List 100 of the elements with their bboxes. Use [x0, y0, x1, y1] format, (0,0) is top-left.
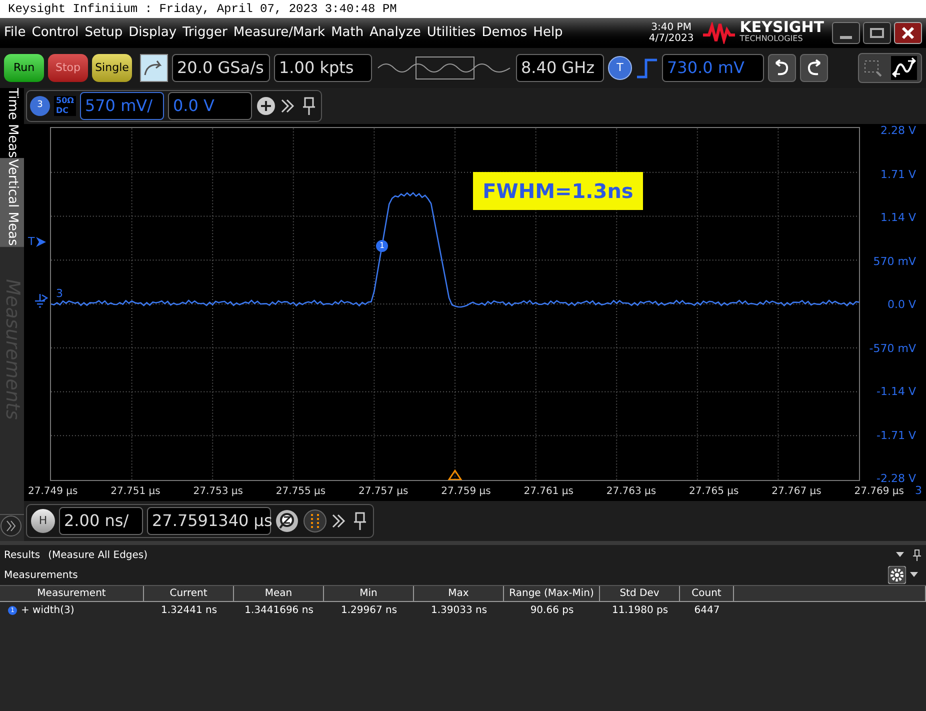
y-axis-label: -570 mV: [869, 342, 916, 356]
memory-depth-field[interactable]: 1.00 kpts: [274, 54, 372, 82]
add-icon[interactable]: [256, 96, 276, 116]
menu-item[interactable]: Help: [533, 23, 563, 43]
x-axis-label: 27.749 µs: [28, 484, 78, 498]
waveform-overview-icon[interactable]: [376, 54, 512, 82]
column-header[interactable]: Range (Max-Min): [504, 586, 600, 601]
logo-name: KEYSIGHT: [740, 21, 824, 33]
table-cell-text: + width(3): [21, 604, 74, 618]
logo-wave-icon: [702, 22, 736, 44]
double-chevron-icon[interactable]: [331, 512, 347, 530]
table-cell-text: 90.66 ps: [529, 604, 575, 618]
column-header[interactable]: Current: [144, 586, 234, 601]
impedance-label: 50Ω: [56, 96, 74, 106]
measurement-marker: 1: [376, 240, 388, 252]
column-header[interactable]: Min: [324, 586, 414, 601]
channel-number-marker: 3: [55, 288, 64, 300]
x-axis-label: 27.761 µs: [524, 484, 574, 498]
menu-item[interactable]: Control: [32, 23, 79, 43]
zoom-magnifier-icon[interactable]: [275, 509, 299, 533]
column-header[interactable]: Mean: [234, 586, 324, 601]
menu-item[interactable]: Analyze: [370, 23, 421, 43]
offset-field[interactable]: 0.0 V: [168, 92, 252, 120]
trigger-level-field[interactable]: 730.0 mV: [662, 54, 764, 82]
redo-icon: [805, 59, 823, 77]
table-cell-text: 1.29967 ns: [340, 604, 398, 618]
dropdown-icon[interactable]: [896, 552, 904, 558]
x-axis-label: 27.769 µs: [854, 484, 904, 498]
expand-chevron-icon[interactable]: [0, 515, 22, 537]
table-cell-text: 1.32441 ns: [160, 604, 218, 618]
x-axis-label: 27.759 µs: [441, 484, 491, 498]
trigger-badge[interactable]: T: [608, 56, 632, 80]
table-cell-text: 11.1980 ps: [610, 604, 670, 618]
column-header[interactable]: Std Dev: [600, 586, 680, 601]
menu-item[interactable]: Demos: [482, 23, 528, 43]
menu-item[interactable]: Utilities: [426, 23, 476, 43]
menu-item[interactable]: Setup: [84, 23, 123, 43]
time-scale-field[interactable]: 2.00 ns/: [59, 507, 143, 535]
minimize-button[interactable]: [832, 22, 860, 44]
y-axis-label: 2.28 V: [880, 124, 916, 138]
x-axis-label: 27.751 µs: [110, 484, 160, 498]
dropdown-icon[interactable]: [910, 572, 918, 578]
double-chevron-icon[interactable]: [280, 97, 296, 115]
redo-button[interactable]: [800, 54, 828, 82]
vertical-scale-field[interactable]: 570 mV/: [80, 92, 164, 120]
x-axis-label: 27.755 µs: [276, 484, 326, 498]
menu-item[interactable]: File: [4, 23, 26, 43]
y-axis-label: 1.71 V: [880, 168, 916, 182]
menu-item[interactable]: Display: [128, 23, 177, 43]
time-position-field[interactable]: 27.7591340 µs: [147, 507, 271, 535]
trigger-position-icon: [448, 469, 462, 480]
channel-tag: 3: [915, 482, 922, 500]
selection-box-icon[interactable]: [863, 58, 883, 78]
rising-edge-icon: [636, 57, 658, 79]
pin-icon[interactable]: [912, 549, 922, 561]
y-axis-label: -2.28 V: [876, 472, 916, 486]
acquisition-button[interactable]: Run: [4, 54, 44, 82]
y-axis-label: -1.14 V: [876, 385, 916, 399]
acquisition-button[interactable]: Single: [92, 54, 132, 82]
channel-badge[interactable]: 3: [30, 96, 50, 116]
settings-icon[interactable]: [888, 566, 906, 584]
table-cell-text: 6447: [693, 604, 721, 618]
trigger-level-marker: T: [28, 235, 35, 249]
column-header[interactable]: Measurement: [0, 586, 144, 601]
x-axis-label: 27.767 µs: [772, 484, 822, 498]
close-button[interactable]: [894, 22, 922, 44]
clock-date: 4/7/2023: [648, 33, 694, 44]
side-tab[interactable]: Vertical Meas: [0, 158, 24, 247]
column-header[interactable]: Count: [680, 586, 734, 601]
undo-icon: [773, 59, 791, 77]
table-cell-text: 1.39033 ns: [430, 604, 488, 618]
menu-item[interactable]: Trigger: [182, 23, 228, 43]
maximize-button[interactable]: [863, 22, 891, 44]
x-axis-label: 27.757 µs: [358, 484, 408, 498]
trigger-arrow-icon: [36, 237, 46, 247]
bandwidth-field[interactable]: 8.40 GHz: [516, 54, 604, 82]
y-axis-label: -1.71 V: [876, 428, 916, 442]
y-axis-label: 570 mV: [873, 254, 916, 268]
menu-item[interactable]: Measure/Mark: [233, 23, 326, 43]
sample-rate-field[interactable]: 20.0 GSa/s: [172, 54, 270, 82]
menu-item[interactable]: Math: [331, 23, 364, 43]
x-axis-label: 27.753 µs: [193, 484, 243, 498]
section-title: Measurements: [4, 568, 78, 582]
window-title: Keysight Infiniium : Friday, April 07, 2023 3:40:48 PM: [8, 1, 397, 18]
markers-icon[interactable]: [303, 509, 327, 533]
y-axis-label: 1.14 V: [880, 211, 916, 225]
clock-time: 3:40 PM: [651, 22, 692, 33]
side-tab[interactable]: Time Meas: [0, 88, 24, 159]
horizontal-badge[interactable]: H: [31, 509, 55, 533]
waveform-arrows-icon[interactable]: [891, 56, 917, 80]
pin-icon[interactable]: [351, 511, 369, 531]
ground-marker-icon: [34, 293, 48, 309]
close-icon: [901, 26, 915, 40]
column-header[interactable]: Max: [414, 586, 504, 601]
logo-subtitle: TECHNOLOGIES: [740, 33, 804, 45]
coupling-label: DC: [56, 106, 70, 116]
x-axis-label: 27.763 µs: [606, 484, 656, 498]
auto-scale-button[interactable]: [140, 54, 168, 82]
x-axis-label: 27.765 µs: [689, 484, 739, 498]
undo-button[interactable]: [768, 54, 796, 82]
